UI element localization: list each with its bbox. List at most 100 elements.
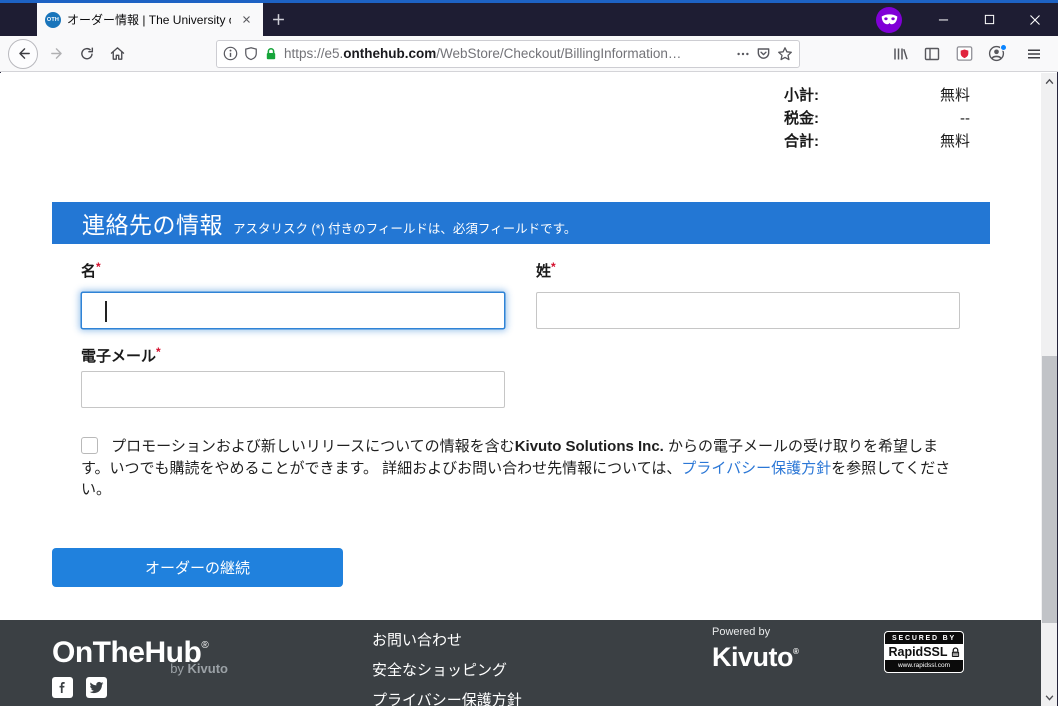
registered-mark: ® xyxy=(201,640,208,651)
facebook-link[interactable] xyxy=(52,677,73,698)
email-label: 電子メール* xyxy=(81,345,161,366)
required-asterisk: * xyxy=(156,345,161,359)
window-maximize-button[interactable] xyxy=(966,3,1012,36)
first-name-label: 名* xyxy=(81,260,101,281)
kivuto-logo: Kivuto® xyxy=(712,638,798,671)
subtotal-value: 無料 xyxy=(940,84,970,107)
first-name-input[interactable] xyxy=(81,292,505,329)
secure-shopping-link[interactable]: 安全なショッピング xyxy=(372,662,522,680)
contact-link[interactable]: お問い合わせ xyxy=(372,632,522,650)
summary-row-tax: 税金: -- xyxy=(784,107,970,130)
twitter-link[interactable] xyxy=(86,677,107,698)
url-bar[interactable]: https://e5.onthehub.com/WebStore/Checkou… xyxy=(216,40,800,68)
site-favicon: OTH xyxy=(45,12,61,28)
promo-email-checkbox[interactable] xyxy=(81,437,98,454)
page-footer: OnTheHub® by Kivuto お問い合わせ 安全なショッピング プライ… xyxy=(0,620,1058,706)
sidebar-icon xyxy=(924,46,940,62)
scrollbar-thumb[interactable] xyxy=(1042,356,1057,623)
rapidssl-badge[interactable]: SECURED BY RapidSSL www.rapidssl.com xyxy=(884,631,964,673)
home-icon xyxy=(109,45,126,62)
required-asterisk: * xyxy=(96,260,101,274)
tab-close-button[interactable] xyxy=(237,11,255,29)
browser-window: OTH オーダー情報 | The University of T xyxy=(0,0,1058,706)
social-links xyxy=(52,677,107,698)
ssl-secured-by-text: SECURED BY xyxy=(885,632,963,644)
email-input[interactable] xyxy=(81,371,505,408)
continue-order-button[interactable]: オーダーの継続 xyxy=(52,548,343,587)
section-header: 連絡先の情報 アスタリスク (*) 付きのフィールドは、必須フィールドです。 xyxy=(52,202,990,244)
footer-links: お問い合わせ 安全なショッピング プライバシー保護方針 xyxy=(372,632,522,706)
tracking-protection-shield-icon[interactable] xyxy=(244,46,258,61)
forward-button[interactable] xyxy=(42,39,72,69)
window-close-button[interactable] xyxy=(1012,3,1058,36)
reload-icon xyxy=(79,46,95,62)
library-button[interactable] xyxy=(886,40,914,68)
section-title: 連絡先の情報 xyxy=(82,206,223,240)
first-name-label-text: 名 xyxy=(81,263,96,280)
twitter-icon xyxy=(89,680,104,695)
window-minimize-button[interactable] xyxy=(920,3,966,36)
private-browsing-icon xyxy=(876,7,902,33)
privacy-policy-footer-link[interactable]: プライバシー保護方針 xyxy=(372,692,522,706)
new-tab-button[interactable] xyxy=(263,3,293,36)
summary-row-subtotal: 小計: 無料 xyxy=(784,84,970,107)
required-asterisk: * xyxy=(551,260,556,274)
powered-by-label: Powered by xyxy=(712,626,798,638)
kivuto-logo-text: Kivuto xyxy=(712,642,793,672)
browser-tab[interactable]: OTH オーダー情報 | The University of T xyxy=(37,3,263,36)
last-name-label-text: 姓 xyxy=(536,263,551,280)
text-caret xyxy=(105,301,107,322)
company-name-text: Kivuto Solutions Inc. xyxy=(515,438,664,455)
order-summary: 小計: 無料 税金: -- 合計: 無料 xyxy=(784,84,970,153)
https-lock-icon[interactable] xyxy=(264,47,278,61)
total-value: 無料 xyxy=(940,130,970,153)
mask-icon xyxy=(881,14,898,26)
email-label-text: 電子メール xyxy=(81,348,156,365)
consent-paragraph: プロモーションおよび新しいリリースについての情報を含むKivuto Soluti… xyxy=(81,436,955,501)
titlebar-spacer xyxy=(293,3,876,36)
registered-mark: ® xyxy=(793,647,798,656)
library-icon xyxy=(892,46,908,62)
page-actions-icon[interactable] xyxy=(736,47,750,61)
ssl-url-text: www.rapidssl.com xyxy=(885,660,963,672)
ssl-brand-row: RapidSSL xyxy=(885,644,963,660)
privacy-policy-link[interactable]: プライバシー保護方針 xyxy=(681,460,831,477)
extension-shield-icon xyxy=(956,45,973,62)
scroll-up-button[interactable] xyxy=(1041,73,1058,90)
navigation-toolbar: https://e5.onthehub.com/WebStore/Checkou… xyxy=(0,36,1058,72)
chevron-up-icon xyxy=(1044,77,1055,86)
close-icon xyxy=(242,15,251,24)
subtotal-label: 小計: xyxy=(784,84,819,107)
ssl-lock-icon xyxy=(951,647,960,658)
byline-by: by xyxy=(170,661,187,676)
page-content: 小計: 無料 税金: -- 合計: 無料 連絡先の情報 アスタリスク (*) 付… xyxy=(0,73,1058,706)
menu-button[interactable] xyxy=(1020,40,1048,68)
url-text[interactable]: https://e5.onthehub.com/WebStore/Checkou… xyxy=(284,46,730,61)
chevron-down-icon xyxy=(1044,693,1055,702)
maximize-icon xyxy=(984,14,995,25)
section-subtitle: アスタリスク (*) 付きのフィールドは、必須フィールドです。 xyxy=(233,210,576,237)
tax-value: -- xyxy=(960,107,970,130)
bookmark-star-icon[interactable] xyxy=(777,46,793,62)
facebook-icon xyxy=(55,680,70,695)
last-name-label: 姓* xyxy=(536,260,556,281)
tax-label: 税金: xyxy=(784,107,819,130)
rapidssl-text: RapidSSL xyxy=(888,645,947,659)
url-scheme: https://e5. xyxy=(284,46,343,61)
last-name-input[interactable] xyxy=(536,292,960,329)
account-button[interactable] xyxy=(982,40,1010,68)
url-path: /WebStore/Checkout/BillingInformation… xyxy=(436,46,681,61)
title-bar: OTH オーダー情報 | The University of T xyxy=(0,3,1058,36)
back-button[interactable] xyxy=(8,39,38,69)
sidebar-button[interactable] xyxy=(918,40,946,68)
reload-button[interactable] xyxy=(72,39,102,69)
vertical-scrollbar[interactable] xyxy=(1041,73,1058,706)
home-button[interactable] xyxy=(102,39,132,69)
account-notification-dot xyxy=(1000,44,1007,51)
extension-shield-button[interactable] xyxy=(950,40,978,68)
forward-icon xyxy=(49,45,66,62)
url-domain: onthehub.com xyxy=(343,46,436,61)
page-info-icon[interactable] xyxy=(223,46,238,61)
pocket-icon[interactable] xyxy=(756,46,771,61)
scroll-down-button[interactable] xyxy=(1041,689,1058,706)
